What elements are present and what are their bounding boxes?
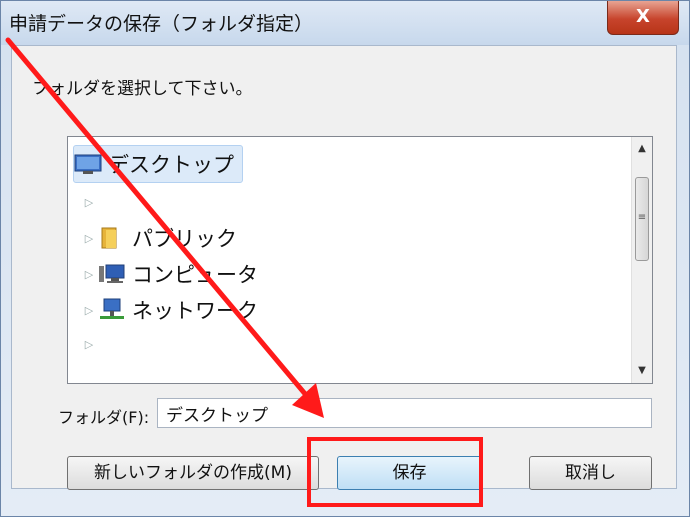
annotation-highlight-box bbox=[307, 437, 483, 507]
